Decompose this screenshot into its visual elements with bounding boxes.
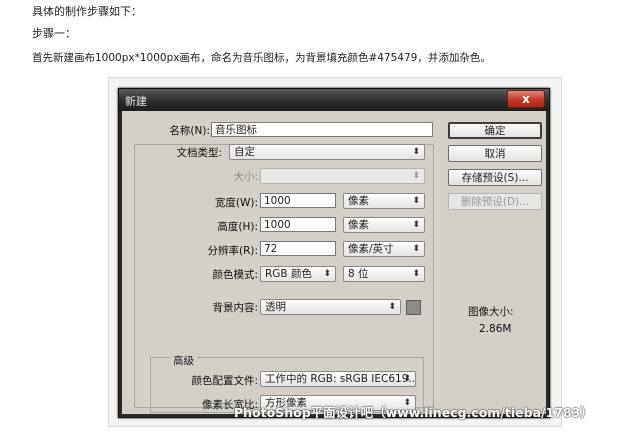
bit-depth-select[interactable]: 8 位 ⬍ [343, 266, 425, 282]
resolution-label: 分辨率(R): [207, 245, 258, 257]
dialog-client: 高级 名称(N): 音乐图标 文档类型: 自定 ⬍ 大小: ⬍ 宽度(W): 10… [122, 111, 546, 414]
image-size-value: 2.86M [479, 323, 512, 335]
width-unit-value: 像素 [348, 195, 369, 207]
step-description: 首先新建画布1000px*1000px画布，命名为音乐图标，为背景填充颜色#47… [32, 52, 491, 64]
preset-label: 文档类型: [176, 147, 222, 159]
resolution-unit-select[interactable]: 像素/英寸 ⬍ [343, 241, 425, 257]
close-button[interactable]: x [507, 90, 545, 108]
name-label: 名称(N): [169, 125, 210, 137]
updown-arrow-icon: ⬍ [412, 196, 420, 206]
step-heading: 步骤一： [32, 27, 76, 40]
color-mode-select[interactable]: RGB 颜色 ⬍ [260, 266, 336, 282]
advanced-title: 高级 [170, 353, 197, 368]
save-preset-button[interactable]: 存储预设(S)... [448, 169, 542, 186]
image-size-label: 图像大小: [468, 306, 514, 318]
close-icon: x [522, 92, 530, 106]
updown-arrow-icon: ⬍ [412, 147, 420, 157]
intro-text: 具体的制作步骤如下： [32, 5, 142, 18]
updown-arrow-icon: ⬍ [412, 269, 420, 279]
updown-arrow-icon: ⬍ [412, 171, 420, 181]
ok-button[interactable]: 确定 [448, 122, 542, 139]
updown-arrow-icon: ⬍ [412, 244, 420, 254]
cancel-button[interactable]: 取消 [448, 145, 542, 162]
size-select[interactable]: ⬍ [260, 168, 425, 184]
bit-depth-value: 8 位 [348, 268, 369, 280]
background-color-swatch[interactable] [406, 300, 421, 315]
color-profile-select[interactable]: 工作中的 RGB: sRGB IEC619... ⬍ [260, 371, 416, 387]
size-label: 大小: [233, 171, 258, 183]
dialog-title: 新建 [125, 95, 147, 108]
width-label: 宽度(W): [214, 197, 258, 209]
width-unit-select[interactable]: 像素 ⬍ [343, 193, 425, 209]
preset-value: 自定 [234, 146, 255, 158]
height-input[interactable]: 1000 [260, 217, 336, 232]
preset-select[interactable]: 自定 ⬍ [229, 144, 425, 160]
color-profile-label: 颜色配置文件: [191, 375, 258, 387]
background-select[interactable]: 透明 ⬍ [260, 299, 401, 315]
height-unit-select[interactable]: 像素 ⬍ [343, 217, 425, 233]
resolution-input[interactable]: 72 [260, 241, 336, 256]
width-input[interactable]: 1000 [260, 193, 336, 208]
background-value: 透明 [265, 301, 286, 313]
updown-arrow-icon: ⬍ [412, 220, 420, 230]
height-unit-value: 像素 [348, 219, 369, 231]
color-mode-value: RGB 颜色 [265, 268, 312, 280]
height-label: 高度(H): [217, 221, 258, 233]
color-mode-label: 颜色模式: [212, 269, 258, 281]
updown-arrow-icon: ⬍ [403, 374, 411, 384]
delete-preset-button[interactable]: 删除预设(D)... [448, 193, 542, 210]
new-document-dialog: 新建 x 高级 名称(N): 音乐图标 文档类型: 自定 ⬍ 大小: ⬍ 宽度(W… [118, 88, 550, 418]
dialog-titlebar[interactable]: 新建 x [119, 89, 549, 111]
updown-arrow-icon: ⬍ [388, 302, 396, 312]
name-input[interactable]: 音乐图标 [211, 122, 433, 137]
color-profile-value: 工作中的 RGB: sRGB IEC619... [265, 373, 416, 385]
resolution-unit-value: 像素/英寸 [348, 243, 394, 255]
updown-arrow-icon: ⬍ [323, 269, 331, 279]
background-label: 背景内容: [212, 302, 258, 314]
watermark: PhotoShop平面设计吧（www.linecg.com/tieba/1783… [234, 405, 593, 420]
